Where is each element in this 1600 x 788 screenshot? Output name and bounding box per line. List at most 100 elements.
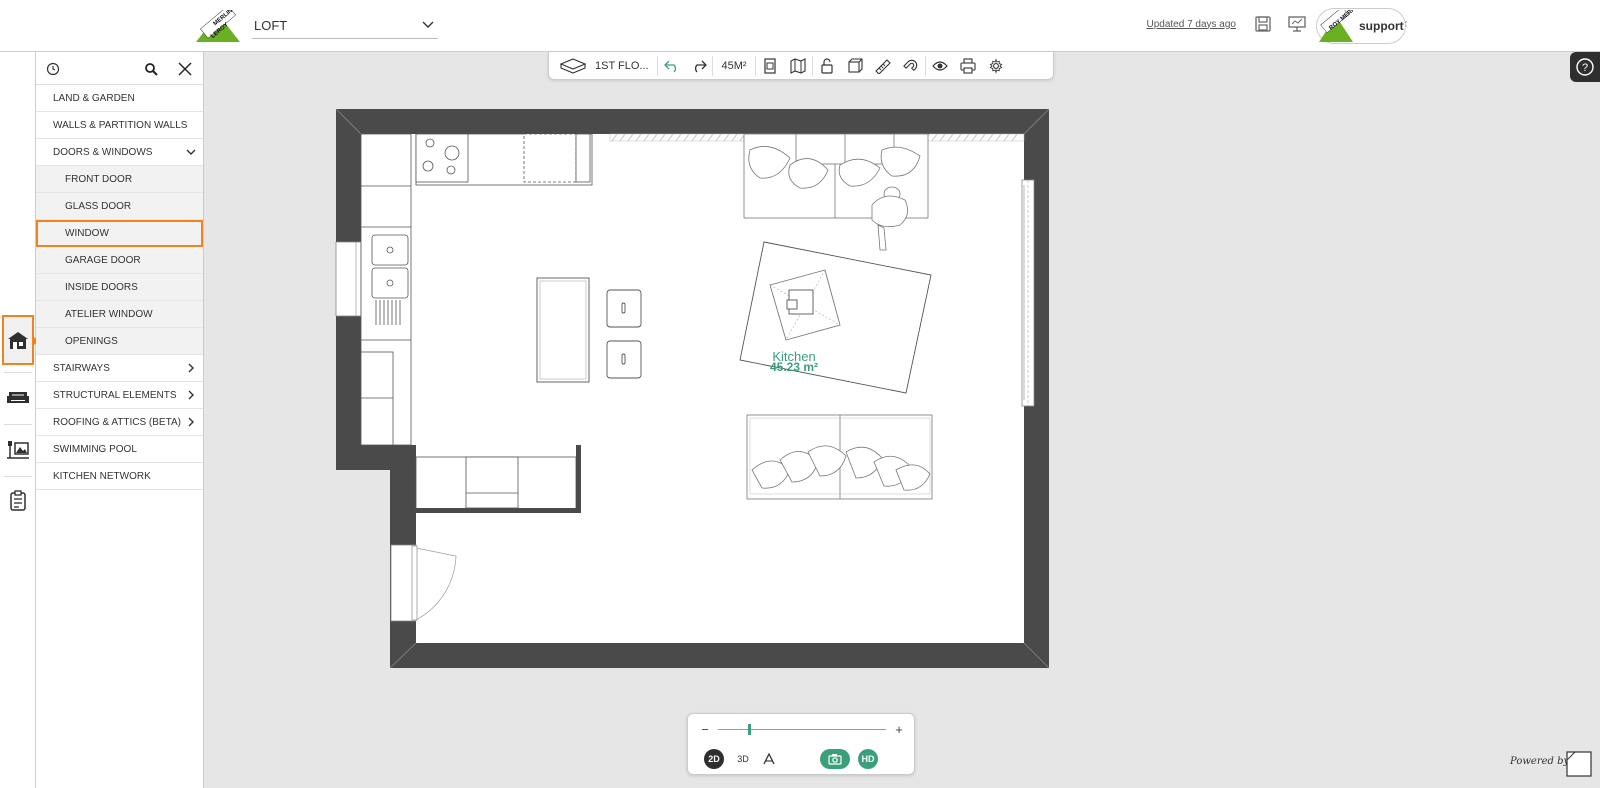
catalog-item-openings[interactable]: OPENINGS — [36, 328, 203, 355]
catalog-item-label: INSIDE DOORS — [65, 281, 138, 293]
svg-text:?: ? — [1582, 62, 1588, 74]
floor-icon — [559, 57, 587, 74]
camera-icon — [828, 754, 842, 765]
view-2d-button[interactable]: 2D — [704, 749, 724, 769]
catalog-item-stairways[interactable]: STAIRWAYS — [36, 355, 203, 382]
catalog-item-garage-door[interactable]: GARAGE DOOR — [36, 247, 203, 274]
window-left[interactable] — [335, 241, 362, 317]
catalog-item-label: FRONT DOOR — [65, 173, 133, 185]
kitchen-counter-top[interactable] — [415, 133, 593, 186]
catalog-search-button[interactable] — [142, 60, 160, 78]
save-button[interactable] — [1252, 13, 1274, 35]
decor-icon — [7, 441, 29, 459]
hd-render-button[interactable]: HD — [858, 749, 878, 769]
catalog-item-kitchen-network[interactable]: KITCHEN NETWORK — [36, 463, 203, 490]
redo-icon — [694, 60, 707, 72]
unlock-icon — [821, 57, 833, 74]
catalog-item-label: GARAGE DOOR — [65, 254, 141, 266]
search-icon — [145, 63, 158, 76]
plan-toolbar: 1ST FLO... 45M² — [548, 52, 1054, 80]
zoom-thumb[interactable] — [748, 723, 752, 735]
save-icon — [1255, 16, 1271, 32]
rail-build-button[interactable] — [2, 315, 39, 365]
catalog-item-land-garden[interactable]: LAND & GARDEN — [36, 85, 203, 112]
cube-icon — [848, 57, 863, 73]
chevron-down-icon — [422, 21, 434, 28]
catalog-item-label: STAIRWAYS — [53, 362, 110, 374]
powered-by-text: Powered by — [1510, 756, 1570, 767]
clock-icon — [46, 62, 60, 76]
gear-icon — [989, 57, 1003, 74]
leroy-merlin-logo[interactable]: LEROY MERLIN — [196, 10, 240, 42]
history-button[interactable] — [44, 60, 62, 78]
plan-settings-button[interactable] — [982, 53, 1010, 79]
magnet-button[interactable] — [897, 53, 925, 79]
zoom-track[interactable] — [718, 723, 886, 735]
print-button[interactable] — [954, 53, 982, 79]
catalog-item-swimming-pool[interactable]: SWIMMING POOL — [36, 436, 203, 463]
catalog-item-label: ROOFING & ATTICS (BETA) — [53, 416, 181, 428]
catalog-panel: LAND & GARDEN WALLS & PARTITION WALLS DO… — [36, 52, 204, 788]
zoom-out-button[interactable]: − — [698, 722, 712, 737]
chevron-right-icon — [188, 390, 194, 400]
catalog-item-label: ATELIER WINDOW — [65, 308, 153, 320]
floor-plan-canvas[interactable] — [205, 52, 1600, 788]
project-select[interactable]: LOFT — [252, 12, 438, 39]
sofa-bottom[interactable] — [746, 414, 933, 500]
catalog-item-inside-doors[interactable]: INSIDE DOORS — [36, 274, 203, 301]
leroy-merlin-avatar-icon: ROY MERL — [1319, 10, 1353, 42]
printer-icon — [960, 57, 976, 74]
visibility-button[interactable] — [926, 53, 954, 79]
rail-decor-button[interactable] — [2, 424, 34, 474]
catalog-item-glass-door[interactable]: GLASS DOOR — [36, 193, 203, 220]
canvas-help-button[interactable]: ? — [1570, 52, 1600, 82]
zoom-in-button[interactable]: + — [892, 722, 906, 737]
undo-button[interactable] — [658, 53, 686, 79]
rail-list-button[interactable] — [2, 476, 34, 526]
catalog-item-atelier-window[interactable]: ATELIER WINDOW — [36, 301, 203, 328]
clipboard-list-icon — [10, 490, 26, 511]
catalog-item-walls[interactable]: WALLS & PARTITION WALLS — [36, 112, 203, 139]
lock-button[interactable] — [813, 53, 841, 79]
close-panel-button[interactable] — [176, 60, 194, 78]
catalog-item-label: KITCHEN NETWORK — [53, 470, 151, 482]
updated-link[interactable]: Updated 7 days ago — [1146, 19, 1236, 30]
rail-furniture-button[interactable] — [2, 372, 34, 422]
map-button[interactable] — [784, 53, 812, 79]
floor-selector[interactable]: 1ST FLO... — [549, 53, 657, 79]
question-icon: ? — [1576, 58, 1594, 76]
document-button[interactable] — [756, 53, 784, 79]
redo-button[interactable] — [686, 53, 712, 79]
room-area: 45.23 m² — [769, 360, 819, 374]
snapshot-button[interactable] — [820, 749, 850, 769]
catalog-item-doors-windows[interactable]: DOORS & WINDOWS — [36, 139, 203, 166]
catalog-item-front-door[interactable]: FRONT DOOR — [36, 166, 203, 193]
kozikaza-logo[interactable] — [1565, 750, 1593, 778]
window-right[interactable] — [1021, 179, 1035, 407]
walk-view-button[interactable] — [762, 749, 776, 769]
view-3d-button[interactable]: 3D — [724, 749, 762, 769]
view-controls: − + 2D 3D HD — [687, 713, 915, 775]
area-button[interactable]: 45M² — [713, 53, 755, 79]
ruler-icon — [875, 58, 891, 74]
kitchen-island[interactable] — [536, 277, 590, 383]
eye-icon — [932, 60, 948, 71]
cube-button[interactable] — [841, 53, 869, 79]
perspective-icon — [763, 753, 775, 765]
chevron-right-icon — [188, 417, 194, 427]
catalog-item-label: STRUCTURAL ELEMENTS — [53, 389, 177, 401]
catalog-item-label: DOORS & WINDOWS — [53, 146, 153, 158]
chevron-down-icon — [186, 149, 196, 155]
presentation-button[interactable] — [1286, 13, 1308, 35]
catalog-item-window[interactable]: WINDOW — [36, 220, 203, 247]
catalog-item-structural[interactable]: STRUCTURAL ELEMENTS — [36, 382, 203, 409]
house-icon — [8, 332, 28, 349]
catalog-item-label: SWIMMING POOL — [53, 443, 137, 455]
support-button[interactable]: ROY MERL support — [1316, 8, 1406, 44]
catalog-item-roofing[interactable]: ROOFING & ATTICS (BETA) — [36, 409, 203, 436]
kitchen-counter-left[interactable] — [360, 133, 412, 446]
catalog-item-label: WALLS & PARTITION WALLS — [53, 119, 188, 131]
catalog-item-label: WINDOW — [65, 227, 109, 239]
room-label[interactable]: Kitchen 45.23 m² — [734, 349, 854, 374]
measure-button[interactable] — [869, 53, 897, 79]
